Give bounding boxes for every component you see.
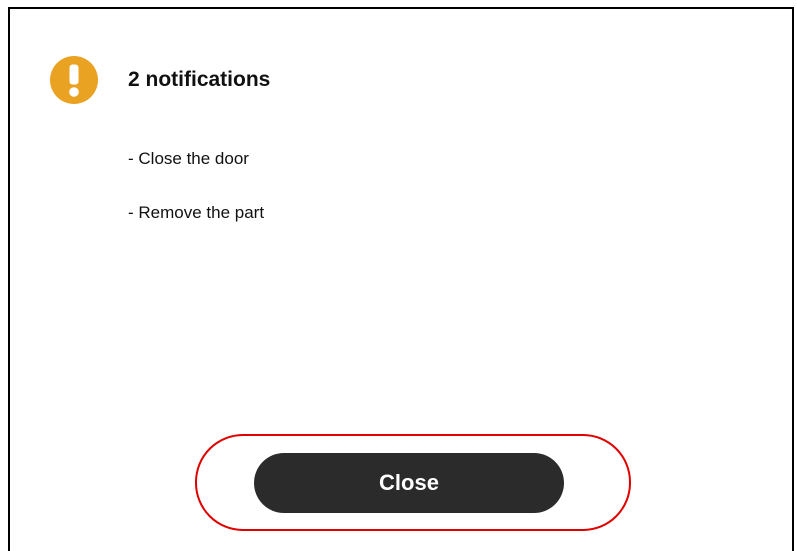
dialog-title: 2 notifications: [128, 68, 271, 91]
exclamation-warning-icon: [50, 56, 98, 104]
notification-list: - Close the door - Remove the part: [128, 149, 264, 257]
notification-item: - Remove the part: [128, 203, 265, 222]
notification-dialog: 2 notifications - Close the door - Remov…: [8, 7, 794, 551]
notification-item: - Close the door: [128, 149, 249, 168]
dialog-header: 2 notifications: [50, 56, 270, 104]
close-button[interactable]: Close: [254, 453, 564, 513]
